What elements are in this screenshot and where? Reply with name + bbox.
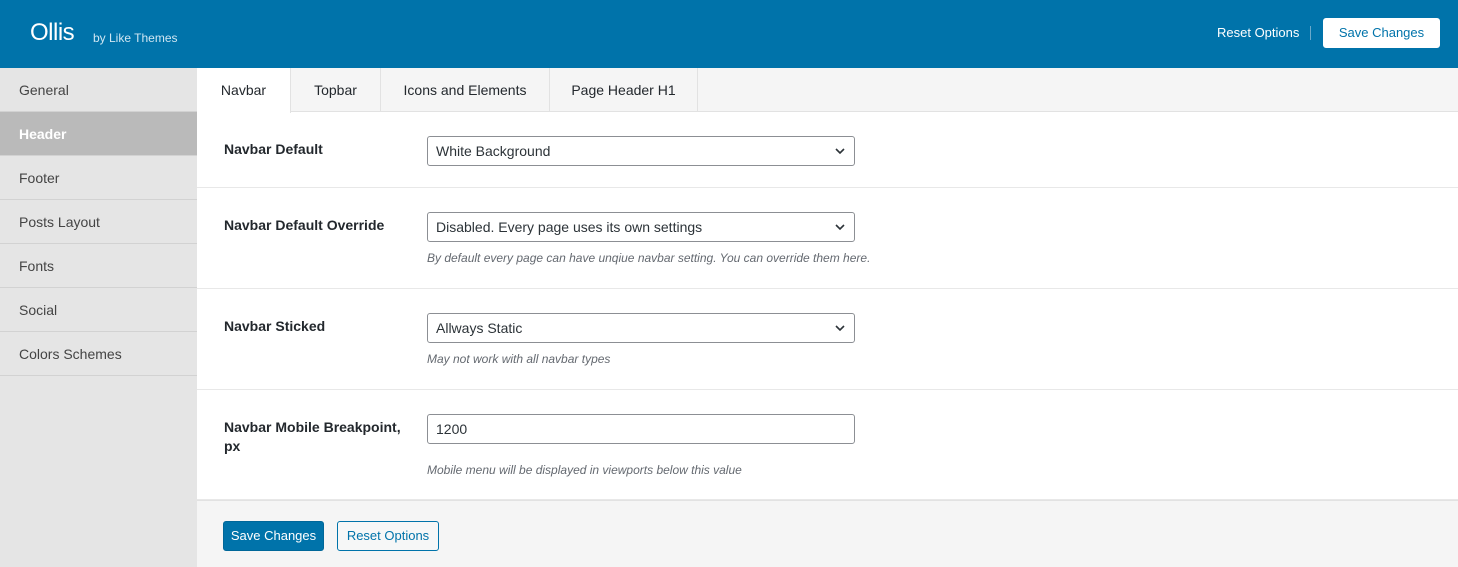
chevron-down-icon — [835, 148, 845, 155]
options-panel: Navbar Topbar Icons and Elements Page He… — [197, 68, 1458, 567]
field-row-navbar-sticked: Navbar Sticked Allways Static May not wo… — [197, 289, 1458, 390]
tab-navbar[interactable]: Navbar — [197, 68, 291, 113]
sidebar-item-fonts[interactable]: Fonts — [0, 244, 197, 288]
chevron-down-icon — [835, 224, 845, 231]
options-sidebar: General Header Footer Posts Layout Fonts… — [0, 68, 197, 567]
admin-header: Ollis by Like Themes Reset Options Save … — [0, 0, 1458, 68]
field-description: May not work with all navbar types — [427, 352, 611, 366]
header-divider — [1310, 26, 1311, 40]
field-label: Navbar Default Override — [224, 217, 385, 233]
navbar-sticked-select[interactable]: Allways Static — [427, 313, 855, 343]
sidebar-item-posts-layout[interactable]: Posts Layout — [0, 200, 197, 244]
sidebar-item-footer[interactable]: Footer — [0, 156, 197, 200]
navbar-mobile-breakpoint-input[interactable] — [427, 414, 855, 444]
save-changes-button[interactable]: Save Changes — [223, 521, 324, 551]
field-label: Navbar Sticked — [224, 318, 326, 334]
field-label: Navbar Default — [224, 141, 323, 157]
brand-subtitle: by Like Themes — [93, 31, 178, 45]
tab-topbar[interactable]: Topbar — [291, 68, 381, 112]
navbar-default-override-select[interactable]: Disabled. Every page uses its own settin… — [427, 212, 855, 242]
chevron-down-icon — [835, 325, 845, 332]
tab-page-header-h1[interactable]: Page Header H1 — [550, 68, 698, 112]
navbar-default-select[interactable]: White Background — [427, 136, 855, 166]
select-value: Disabled. Every page uses its own settin… — [436, 219, 703, 235]
tab-bar: Navbar Topbar Icons and Elements Page He… — [197, 68, 1458, 113]
reset-options-button[interactable]: Reset Options — [337, 521, 439, 551]
sidebar-item-social[interactable]: Social — [0, 288, 197, 332]
header-reset-options-link[interactable]: Reset Options — [1217, 25, 1299, 40]
field-label: Navbar Mobile Breakpoint, px — [224, 419, 401, 454]
field-description: Mobile menu will be displayed in viewpor… — [427, 463, 742, 477]
field-row-navbar-default-override: Navbar Default Override Disabled. Every … — [197, 188, 1458, 289]
field-description: By default every page can have unqiue na… — [427, 251, 871, 265]
select-value: Allways Static — [436, 320, 523, 336]
header-save-changes-button[interactable]: Save Changes — [1323, 18, 1440, 48]
sidebar-item-header[interactable]: Header — [0, 112, 197, 156]
field-row-navbar-mobile-breakpoint: Navbar Mobile Breakpoint, px Mobile menu… — [197, 390, 1458, 500]
select-value: White Background — [436, 143, 551, 159]
tab-icons-and-elements[interactable]: Icons and Elements — [381, 68, 550, 112]
sidebar-item-colors-schemes[interactable]: Colors Schemes — [0, 332, 197, 376]
brand-title: Ollis — [30, 19, 75, 46]
field-row-navbar-default: Navbar Default White Background — [197, 112, 1458, 188]
options-footer: Save Changes Reset Options — [197, 500, 1458, 567]
sidebar-item-general[interactable]: General — [0, 68, 197, 112]
